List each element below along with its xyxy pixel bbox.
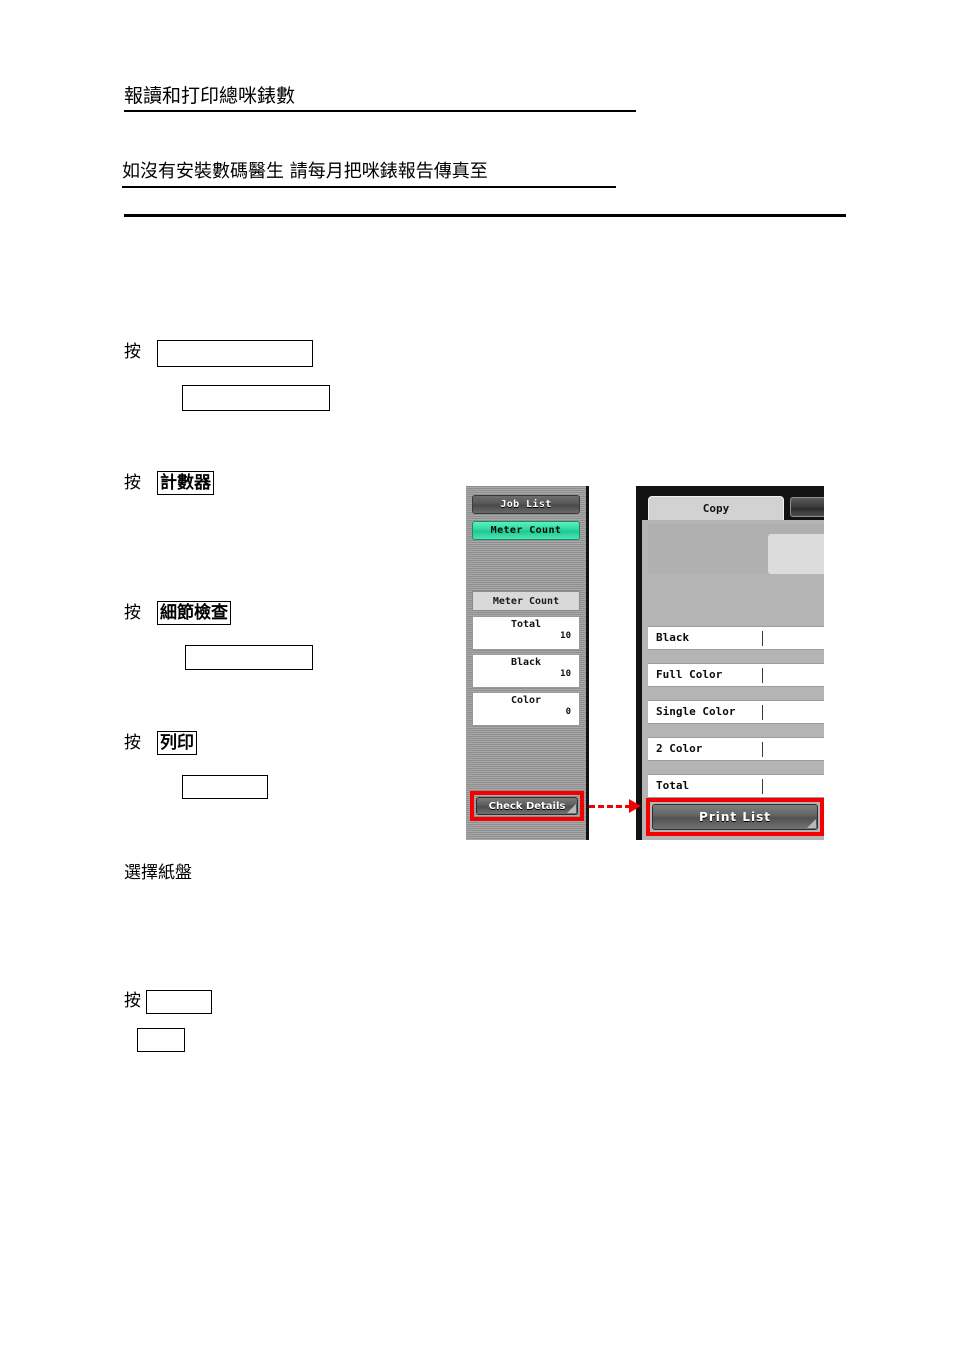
copy-row-2-color: 2 Color (648, 737, 824, 761)
title-underline (124, 110, 636, 112)
step-3-key-check-details: 細節檢查 (157, 601, 231, 625)
subtitle-underline (122, 186, 616, 188)
copy-detail-header-block (648, 524, 824, 574)
meter-field-black-value: 10 (560, 669, 571, 679)
meter-field-color-value: 0 (565, 707, 571, 717)
meter-count-section-label: Meter Count (492, 595, 560, 607)
column-separator (762, 631, 763, 646)
step-6-blank-box (146, 990, 212, 1014)
meter-field-black: Black 10 (472, 654, 580, 688)
corner-fold-icon (567, 804, 576, 813)
copy-row-full-color: Full Color (648, 663, 824, 687)
meter-field-total-value: 10 (560, 631, 571, 641)
page-subtitle: 如沒有安裝數碼醫生 請每月把咪錶報告傳真至 (122, 161, 488, 182)
step-6-blank-box-secondary (137, 1028, 185, 1052)
job-list-label: Job List (500, 499, 552, 510)
column-separator (762, 779, 763, 794)
step-4-blank-box (182, 775, 268, 799)
corner-fold-icon (807, 819, 816, 828)
copy-row-2-color-label: 2 Color (656, 742, 703, 755)
copy-detail-body: Black Full Color Single Color 2 Color To… (648, 520, 824, 804)
meter-count-button[interactable]: Meter Count (472, 521, 580, 540)
step-3-blank-box (185, 645, 313, 670)
column-separator (762, 742, 763, 757)
copy-row-single-color-label: Single Color (656, 705, 736, 718)
step-2-prefix: 按 (124, 473, 141, 493)
step-1-prefix: 按 (124, 342, 141, 362)
step-1-blank-box (157, 340, 313, 367)
column-separator (762, 668, 763, 683)
print-list-label: Print List (699, 810, 771, 824)
step-2-key-counter: 計數器 (157, 471, 214, 495)
page-title: 報讀和打印總咪錶數 (124, 85, 296, 107)
job-list-button[interactable]: Job List (472, 495, 580, 514)
copy-row-black-label: Black (656, 631, 690, 644)
print-list-button[interactable]: Print List (652, 804, 818, 830)
copy-row-single-color: Single Color (648, 700, 824, 724)
tab-copy-label: Copy (702, 502, 730, 515)
check-details-button[interactable]: Check Details (476, 797, 578, 815)
step-5-select-tray: 選擇紙盤 (124, 863, 192, 883)
step-3-prefix: 按 (124, 603, 141, 623)
step-4-key-print: 列印 (157, 731, 197, 755)
meter-field-color: Color 0 (472, 692, 580, 726)
tab-bar: Copy (642, 492, 824, 520)
step-1-blank-box-secondary (182, 385, 330, 411)
meter-count-section-header: Meter Count (472, 591, 580, 611)
meter-field-total-label: Total (510, 619, 542, 630)
meter-field-total: Total 10 (472, 616, 580, 650)
meter-count-label: Meter Count (490, 525, 562, 536)
header-divider (124, 214, 846, 217)
copy-detail-header-chip (768, 534, 824, 574)
copy-row-total-label: Total (656, 779, 690, 792)
step-4-prefix: 按 (124, 733, 141, 753)
printer-copy-detail-panel: Copy Black Full Color Single Color 2 Col… (636, 486, 824, 840)
tab-secondary[interactable] (790, 497, 824, 517)
arrow-right-icon (629, 799, 641, 813)
printer-meter-count-panel: Job List Meter Count Meter Count Total 1… (466, 486, 589, 840)
meter-field-color-label: Color (510, 695, 542, 706)
tab-copy[interactable]: Copy (648, 496, 784, 520)
copy-row-full-color-label: Full Color (656, 668, 723, 681)
column-separator (762, 705, 763, 720)
meter-field-black-label: Black (510, 657, 542, 668)
step-6-prefix: 按 (124, 991, 141, 1011)
connector-dashed-line (589, 805, 631, 808)
copy-row-black: Black (648, 626, 824, 650)
copy-row-total: Total (648, 774, 824, 798)
check-details-label: Check Details (488, 800, 566, 812)
